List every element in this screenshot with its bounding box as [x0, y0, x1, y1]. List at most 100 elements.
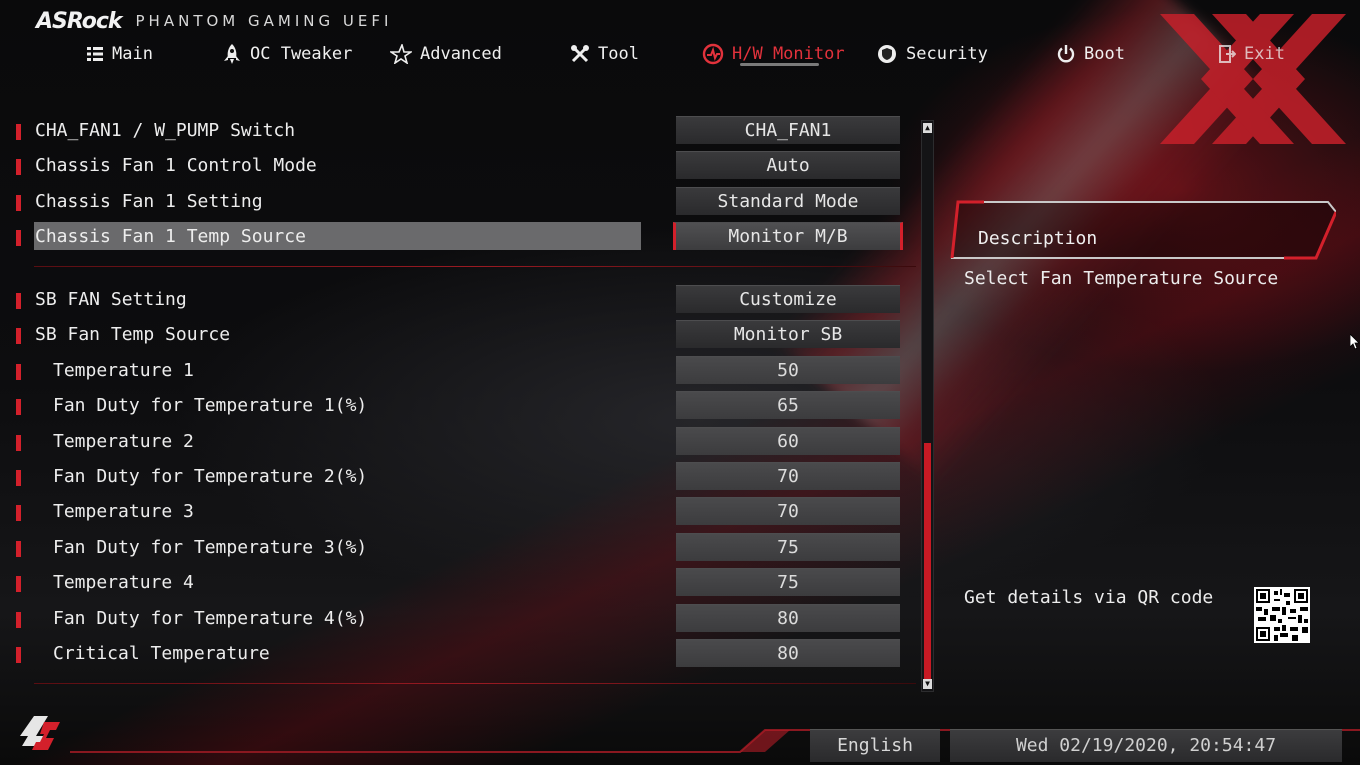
setting-value-input[interactable]: 65 — [676, 391, 900, 419]
asrock-logo: ASRock — [36, 8, 123, 34]
setting-row[interactable]: SB FAN Setting Customize — [0, 285, 940, 315]
setting-row[interactable]: SB Fan Temp Source Monitor SB — [0, 320, 940, 350]
shield-icon — [876, 43, 898, 65]
setting-row[interactable]: Fan Duty for Temperature 2(%) 70 — [0, 462, 940, 492]
row-marker — [16, 159, 21, 175]
row-marker — [16, 612, 21, 628]
setting-value-select[interactable]: Auto — [676, 151, 900, 179]
setting-value-input[interactable]: 70 — [676, 497, 900, 525]
qr-code[interactable] — [1254, 587, 1310, 643]
setting-value-select[interactable]: Monitor M/B — [673, 222, 903, 250]
tab-main[interactable]: Main — [86, 38, 153, 70]
row-marker — [16, 195, 21, 211]
setting-row[interactable]: Fan Duty for Temperature 3(%) 75 — [0, 533, 940, 563]
tab-oc-tweaker[interactable]: OC Tweaker — [222, 38, 352, 70]
setting-label: Fan Duty for Temperature 4(%) — [53, 608, 368, 629]
xx-emblem-decoration — [1160, 14, 1346, 144]
tab-hw-monitor-label: H/W Monitor — [732, 44, 845, 64]
setting-row[interactable]: Temperature 2 60 — [0, 427, 940, 457]
setting-label: Fan Duty for Temperature 1(%) — [53, 395, 368, 416]
row-marker — [16, 328, 21, 344]
product-name: PHANTOM GAMING UEFI — [135, 12, 393, 30]
row-marker — [16, 230, 21, 246]
setting-label: Chassis Fan 1 Control Mode — [35, 155, 317, 176]
setting-row[interactable]: Chassis Fan 1 Setting Standard Mode — [0, 187, 940, 217]
tab-hw-monitor[interactable]: H/W Monitor — [702, 38, 845, 70]
setting-row[interactable]: Fan Duty for Temperature 1(%) 65 — [0, 391, 940, 421]
list-icon — [86, 45, 104, 63]
tab-security[interactable]: Security — [876, 38, 988, 70]
tab-tool[interactable]: Tool — [570, 38, 639, 70]
row-marker — [16, 364, 21, 380]
power-icon — [1056, 44, 1076, 64]
setting-value-input[interactable]: 75 — [676, 533, 900, 561]
setting-row[interactable]: Temperature 4 75 — [0, 568, 940, 598]
setting-row[interactable]: Fan Duty for Temperature 4(%) 80 — [0, 604, 940, 634]
setting-value-input[interactable]: 50 — [676, 356, 900, 384]
setting-value-select[interactable]: Customize — [676, 285, 900, 313]
setting-value-input[interactable]: 60 — [676, 427, 900, 455]
tab-exit[interactable]: Exit — [1218, 38, 1285, 70]
setting-row[interactable]: Chassis Fan 1 Control Mode Auto — [0, 151, 940, 181]
setting-label: Critical Temperature — [53, 643, 270, 664]
setting-label: SB Fan Temp Source — [35, 324, 231, 345]
section-divider — [34, 683, 916, 684]
row-marker — [16, 541, 21, 557]
description-text: Select Fan Temperature Source — [964, 268, 1279, 289]
row-marker — [16, 576, 21, 592]
row-marker — [16, 470, 21, 486]
row-marker — [16, 399, 21, 415]
row-marker — [16, 124, 21, 140]
tab-boot[interactable]: Boot — [1056, 38, 1125, 70]
tab-exit-label: Exit — [1244, 44, 1285, 64]
language-button[interactable]: English — [810, 729, 940, 762]
setting-row[interactable]: Temperature 3 70 — [0, 497, 940, 527]
scrollbar[interactable]: ▲ ▼ — [921, 120, 934, 692]
tab-security-label: Security — [906, 44, 988, 64]
setting-label: Temperature 3 — [53, 501, 194, 522]
setting-label: Temperature 1 — [53, 360, 194, 381]
qr-caption: Get details via QR code — [964, 587, 1214, 608]
tab-advanced[interactable]: Advanced — [390, 38, 502, 70]
setting-row[interactable]: Temperature 1 50 — [0, 356, 940, 386]
star-icon — [390, 44, 412, 64]
datetime-display: Wed 02/19/2020, 20:54:47 — [950, 729, 1342, 762]
tools-icon — [570, 44, 590, 64]
setting-row-selected[interactable]: Chassis Fan 1 Temp Source Monitor M/B — [0, 222, 940, 252]
setting-label: SB FAN Setting — [35, 289, 187, 310]
scroll-thumb[interactable] — [924, 443, 931, 679]
top-nav: Main OC Tweaker Advanced Tool H/W Monito… — [0, 38, 1360, 72]
setting-row[interactable]: Critical Temperature 80 — [0, 639, 940, 669]
scroll-up-arrow-icon[interactable]: ▲ — [923, 123, 932, 133]
mouse-cursor-icon — [1350, 334, 1360, 350]
setting-value-input[interactable]: 80 — [676, 639, 900, 667]
row-marker — [16, 293, 21, 309]
tab-advanced-label: Advanced — [420, 44, 502, 64]
monitor-gauge-icon — [702, 43, 724, 65]
setting-label: Chassis Fan 1 Temp Source — [35, 226, 306, 247]
setting-value-select[interactable]: CHA_FAN1 — [676, 116, 900, 144]
setting-value-select[interactable]: Standard Mode — [676, 187, 900, 215]
tab-tool-label: Tool — [598, 44, 639, 64]
scroll-down-arrow-icon[interactable]: ▼ — [923, 679, 932, 689]
tab-main-label: Main — [112, 44, 153, 64]
setting-value-select[interactable]: Monitor SB — [676, 320, 900, 348]
rocket-icon — [222, 43, 242, 65]
setting-value-input[interactable]: 75 — [676, 568, 900, 596]
row-marker — [16, 505, 21, 521]
section-divider — [34, 266, 916, 267]
row-marker — [16, 435, 21, 451]
setting-label: CHA_FAN1 / W_PUMP Switch — [35, 120, 296, 141]
brand: ASRock PHANTOM GAMING UEFI — [36, 6, 392, 36]
setting-label: Temperature 2 — [53, 431, 194, 452]
setting-label: Fan Duty for Temperature 2(%) — [53, 466, 368, 487]
description-title: Description — [978, 228, 1098, 249]
setting-label: Chassis Fan 1 Setting — [35, 191, 263, 212]
phantom-gaming-logo — [20, 716, 60, 750]
setting-label: Temperature 4 — [53, 572, 194, 593]
setting-value-input[interactable]: 80 — [676, 604, 900, 632]
setting-label: Fan Duty for Temperature 3(%) — [53, 537, 368, 558]
setting-row[interactable]: CHA_FAN1 / W_PUMP Switch CHA_FAN1 — [0, 116, 940, 146]
setting-value-input[interactable]: 70 — [676, 462, 900, 490]
tab-boot-label: Boot — [1084, 44, 1125, 64]
